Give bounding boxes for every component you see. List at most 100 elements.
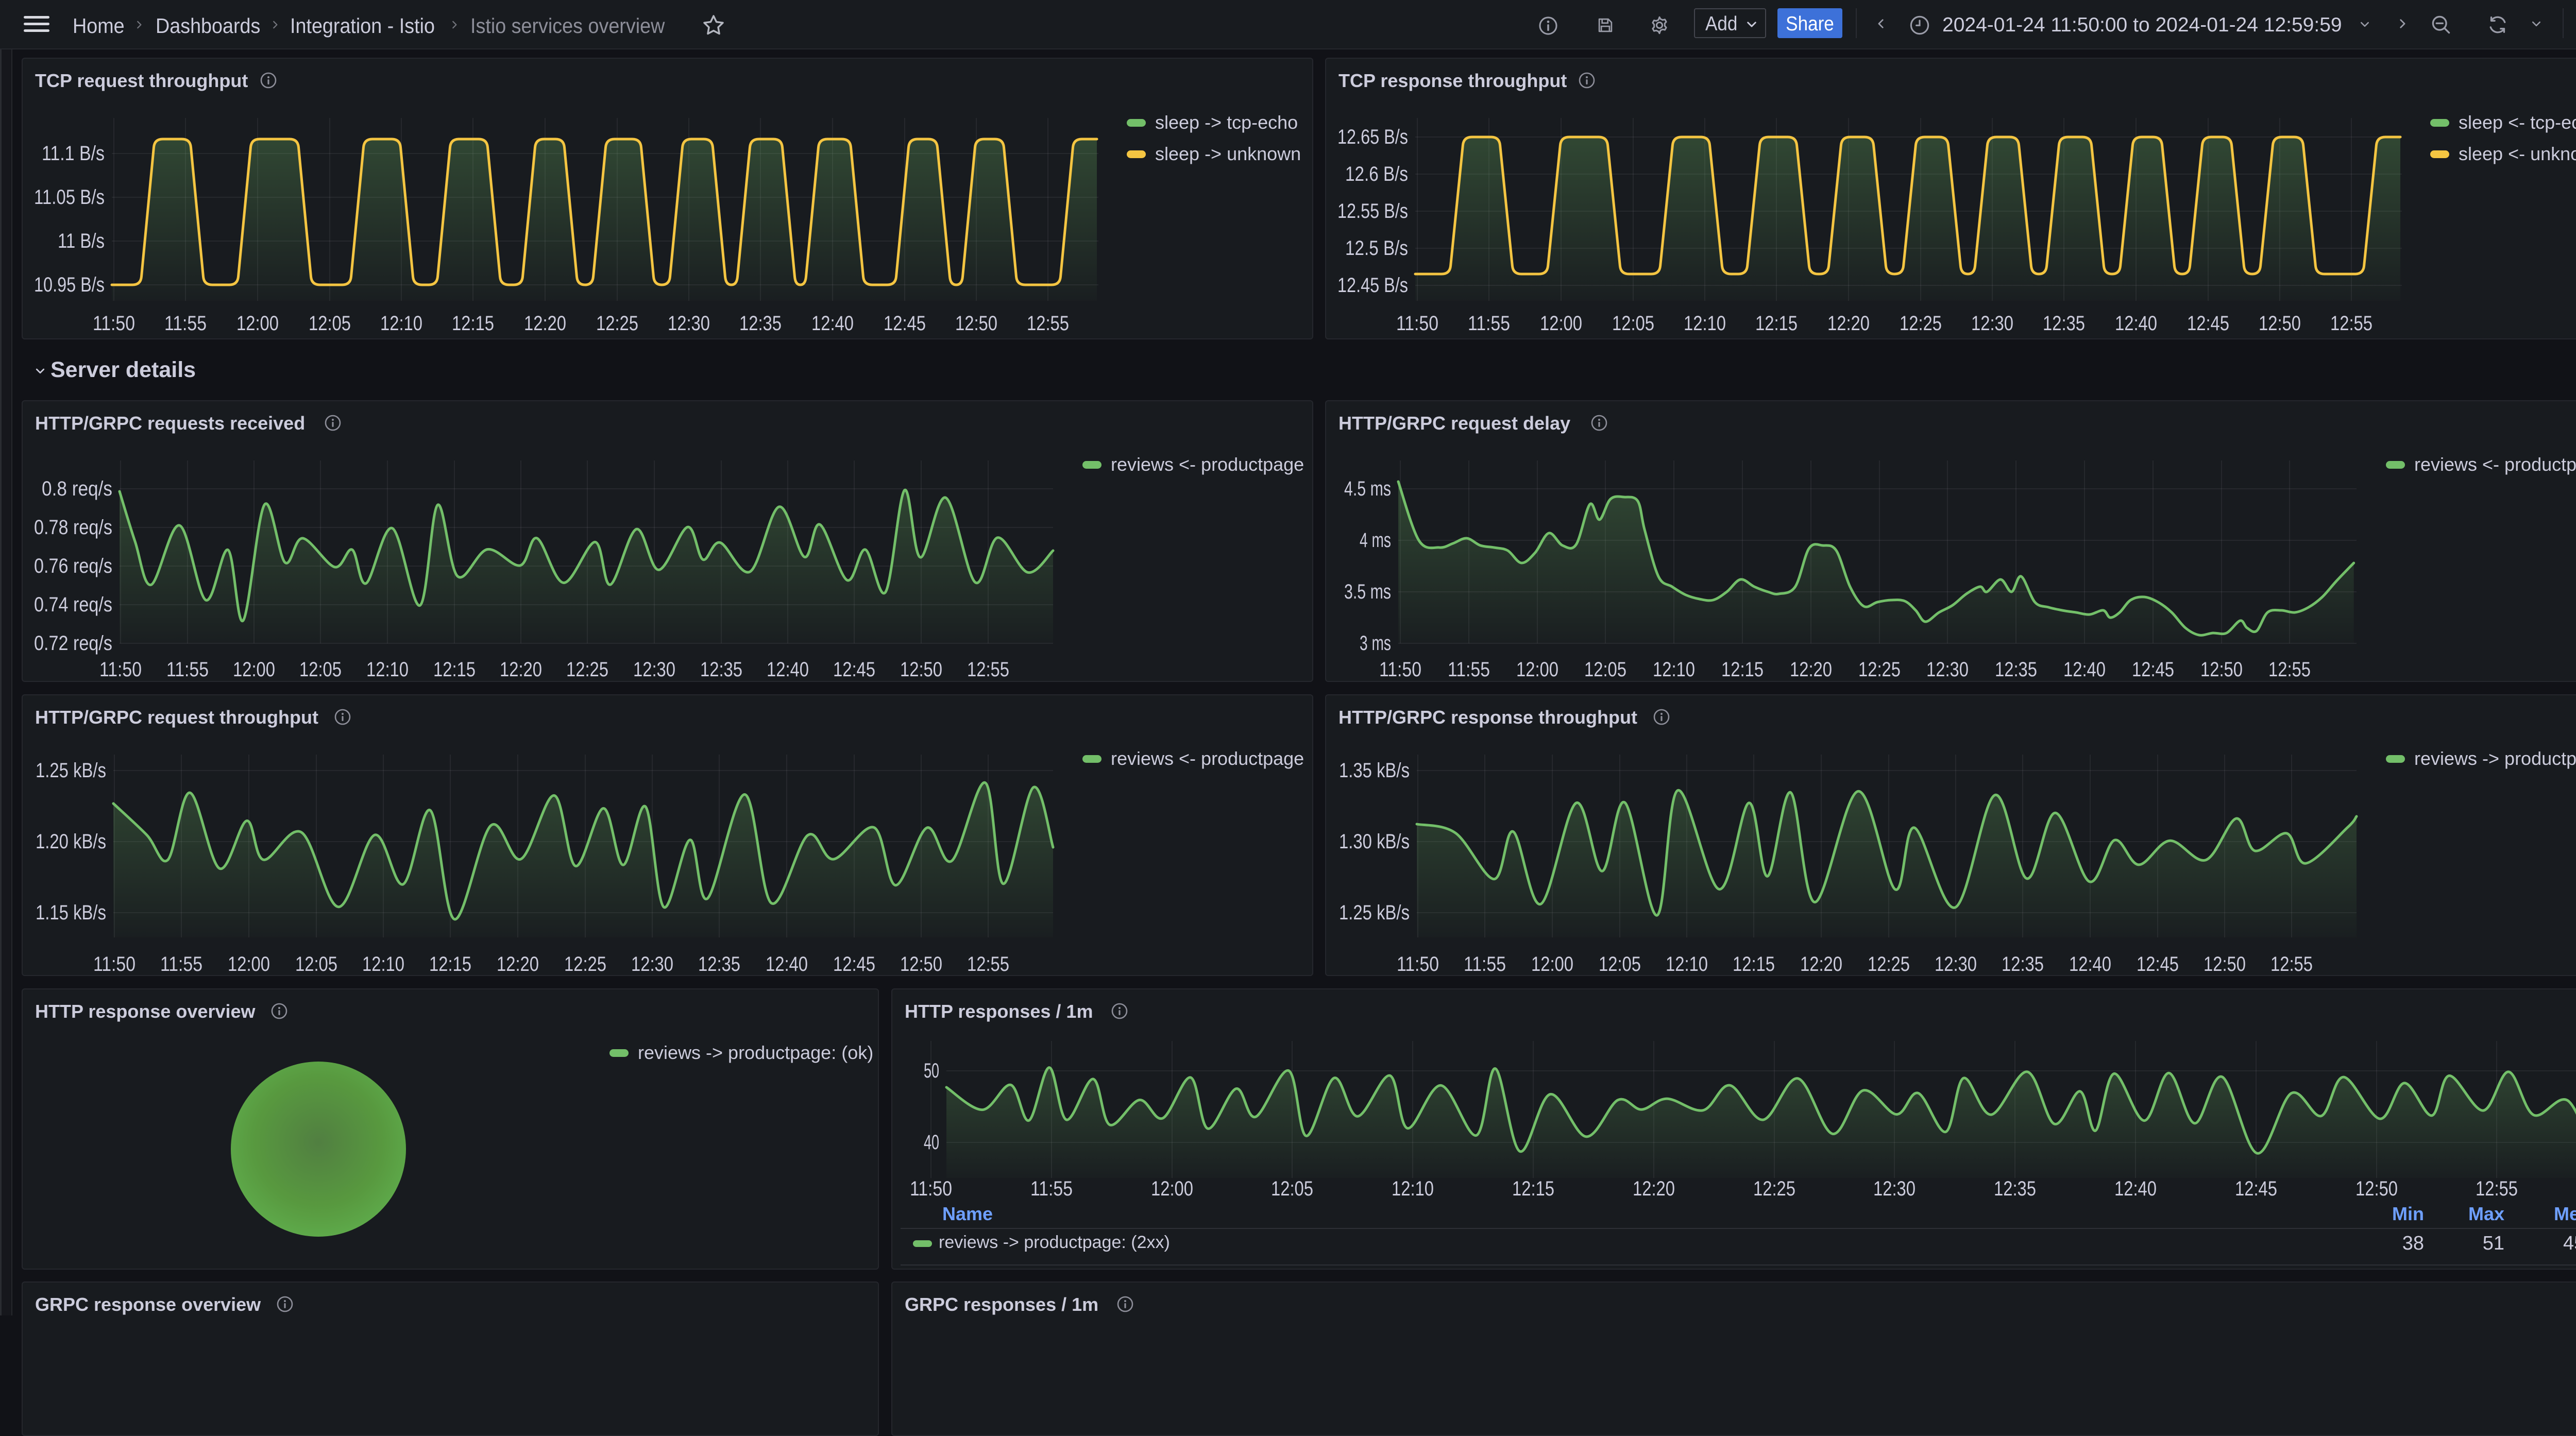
svg-text:12:50: 12:50 <box>900 953 942 976</box>
svg-text:12:55: 12:55 <box>2330 312 2372 335</box>
svg-text:12:05: 12:05 <box>1599 953 1641 976</box>
svg-text:12:10: 12:10 <box>1666 953 1708 976</box>
svg-text:11:55: 11:55 <box>1464 953 1506 976</box>
svg-text:11 B/s: 11 B/s <box>58 230 105 252</box>
svg-text:11:55: 11:55 <box>164 312 207 335</box>
svg-text:12:05: 12:05 <box>309 312 351 335</box>
svg-text:12.55 B/s: 12.55 B/s <box>1337 200 1408 223</box>
svg-text:12:55: 12:55 <box>967 953 1009 976</box>
svg-text:12:00: 12:00 <box>228 953 270 976</box>
svg-text:12:45: 12:45 <box>2187 312 2229 335</box>
svg-text:50: 50 <box>924 1059 939 1082</box>
svg-text:12:30: 12:30 <box>1935 953 1977 976</box>
svg-text:1.15 kB/s: 1.15 kB/s <box>36 901 106 924</box>
svg-text:0.78 req/s: 0.78 req/s <box>34 516 112 539</box>
svg-text:12:40: 12:40 <box>2114 1177 2157 1200</box>
svg-text:12:20: 12:20 <box>1827 312 1870 335</box>
svg-text:12:05: 12:05 <box>1271 1177 1313 1200</box>
svg-text:12.45 B/s: 12.45 B/s <box>1337 274 1408 297</box>
svg-text:11:55: 11:55 <box>1468 312 1510 335</box>
svg-text:12:30: 12:30 <box>1926 658 1969 681</box>
svg-text:12:50: 12:50 <box>2204 953 2246 976</box>
svg-text:11:55: 11:55 <box>160 953 202 976</box>
svg-text:12:30: 12:30 <box>1971 312 2013 335</box>
svg-text:12:20: 12:20 <box>1633 1177 1675 1200</box>
svg-text:12:50: 12:50 <box>2355 1177 2398 1200</box>
svg-text:0.74 req/s: 0.74 req/s <box>34 593 112 616</box>
svg-text:12:20: 12:20 <box>1790 658 1832 681</box>
svg-text:12:10: 12:10 <box>1392 1177 1434 1200</box>
svg-text:12:30: 12:30 <box>631 953 673 976</box>
svg-text:12:15: 12:15 <box>1721 658 1764 681</box>
svg-text:12:25: 12:25 <box>564 953 606 976</box>
svg-text:12:40: 12:40 <box>2115 312 2157 335</box>
svg-text:12:40: 12:40 <box>2063 658 2106 681</box>
svg-text:12:45: 12:45 <box>2235 1177 2277 1200</box>
svg-text:12:35: 12:35 <box>700 658 742 681</box>
svg-text:12:55: 12:55 <box>2270 953 2313 976</box>
svg-text:12:15: 12:15 <box>433 658 476 681</box>
svg-text:12:40: 12:40 <box>811 312 854 335</box>
svg-text:12:40: 12:40 <box>2069 953 2111 976</box>
svg-text:12:20: 12:20 <box>1800 953 1842 976</box>
svg-text:0.72 req/s: 0.72 req/s <box>34 632 112 655</box>
svg-text:12.6 B/s: 12.6 B/s <box>1345 163 1408 185</box>
svg-text:12:05: 12:05 <box>299 658 342 681</box>
svg-text:11:50: 11:50 <box>93 312 135 335</box>
svg-text:12:20: 12:20 <box>497 953 539 976</box>
svg-text:3 ms: 3 ms <box>1360 632 1391 655</box>
svg-text:12:35: 12:35 <box>698 953 740 976</box>
svg-text:10.95 B/s: 10.95 B/s <box>34 273 105 296</box>
svg-text:12:55: 12:55 <box>1027 312 1069 335</box>
svg-text:12:10: 12:10 <box>366 658 409 681</box>
svg-text:12:00: 12:00 <box>1151 1177 1193 1200</box>
svg-text:12:10: 12:10 <box>362 953 404 976</box>
svg-text:12:40: 12:40 <box>767 658 809 681</box>
svg-text:1.35 kB/s: 1.35 kB/s <box>1339 759 1410 782</box>
svg-text:12:45: 12:45 <box>884 312 926 335</box>
svg-text:12:50: 12:50 <box>2200 658 2243 681</box>
svg-text:12:15: 12:15 <box>1755 312 1798 335</box>
svg-text:12:15: 12:15 <box>429 953 471 976</box>
svg-text:11:50: 11:50 <box>1396 312 1438 335</box>
svg-text:12:00: 12:00 <box>233 658 275 681</box>
svg-text:11:50: 11:50 <box>93 953 135 976</box>
svg-text:12:30: 12:30 <box>633 658 675 681</box>
svg-text:12:00: 12:00 <box>1516 658 1558 681</box>
svg-text:12:30: 12:30 <box>668 312 710 335</box>
svg-text:12:15: 12:15 <box>1733 953 1775 976</box>
svg-text:1.25 kB/s: 1.25 kB/s <box>36 759 106 782</box>
svg-text:11.05 B/s: 11.05 B/s <box>34 186 105 209</box>
svg-text:12.65 B/s: 12.65 B/s <box>1337 126 1408 148</box>
svg-text:1.25 kB/s: 1.25 kB/s <box>1339 901 1410 924</box>
svg-text:11.1 B/s: 11.1 B/s <box>42 142 105 165</box>
svg-text:11:55: 11:55 <box>1448 658 1490 681</box>
svg-text:1.20 kB/s: 1.20 kB/s <box>36 830 106 853</box>
svg-text:12:10: 12:10 <box>1684 312 1726 335</box>
svg-text:12:20: 12:20 <box>500 658 542 681</box>
svg-text:12:45: 12:45 <box>833 658 875 681</box>
svg-text:4.5 ms: 4.5 ms <box>1344 477 1391 500</box>
svg-text:12:05: 12:05 <box>295 953 337 976</box>
svg-text:12:55: 12:55 <box>2268 658 2311 681</box>
svg-text:12:25: 12:25 <box>1858 658 1901 681</box>
svg-text:12:25: 12:25 <box>566 658 608 681</box>
svg-text:12:25: 12:25 <box>1868 953 1910 976</box>
svg-text:12:20: 12:20 <box>524 312 566 335</box>
svg-text:12:45: 12:45 <box>833 953 875 976</box>
svg-text:12:05: 12:05 <box>1612 312 1654 335</box>
svg-text:12:45: 12:45 <box>2132 658 2174 681</box>
svg-text:12:35: 12:35 <box>739 312 782 335</box>
svg-text:12.5 B/s: 12.5 B/s <box>1345 237 1408 260</box>
svg-text:12:55: 12:55 <box>2476 1177 2518 1200</box>
svg-text:12:00: 12:00 <box>236 312 279 335</box>
svg-text:12:55: 12:55 <box>967 658 1009 681</box>
svg-text:4 ms: 4 ms <box>1360 529 1391 552</box>
svg-text:12:50: 12:50 <box>900 658 942 681</box>
svg-text:0.8 req/s: 0.8 req/s <box>42 477 112 500</box>
svg-text:11:50: 11:50 <box>99 658 142 681</box>
svg-text:11:50: 11:50 <box>1379 658 1421 681</box>
svg-text:12:45: 12:45 <box>2137 953 2179 976</box>
svg-text:12:05: 12:05 <box>1584 658 1626 681</box>
svg-text:12:35: 12:35 <box>1995 658 2037 681</box>
